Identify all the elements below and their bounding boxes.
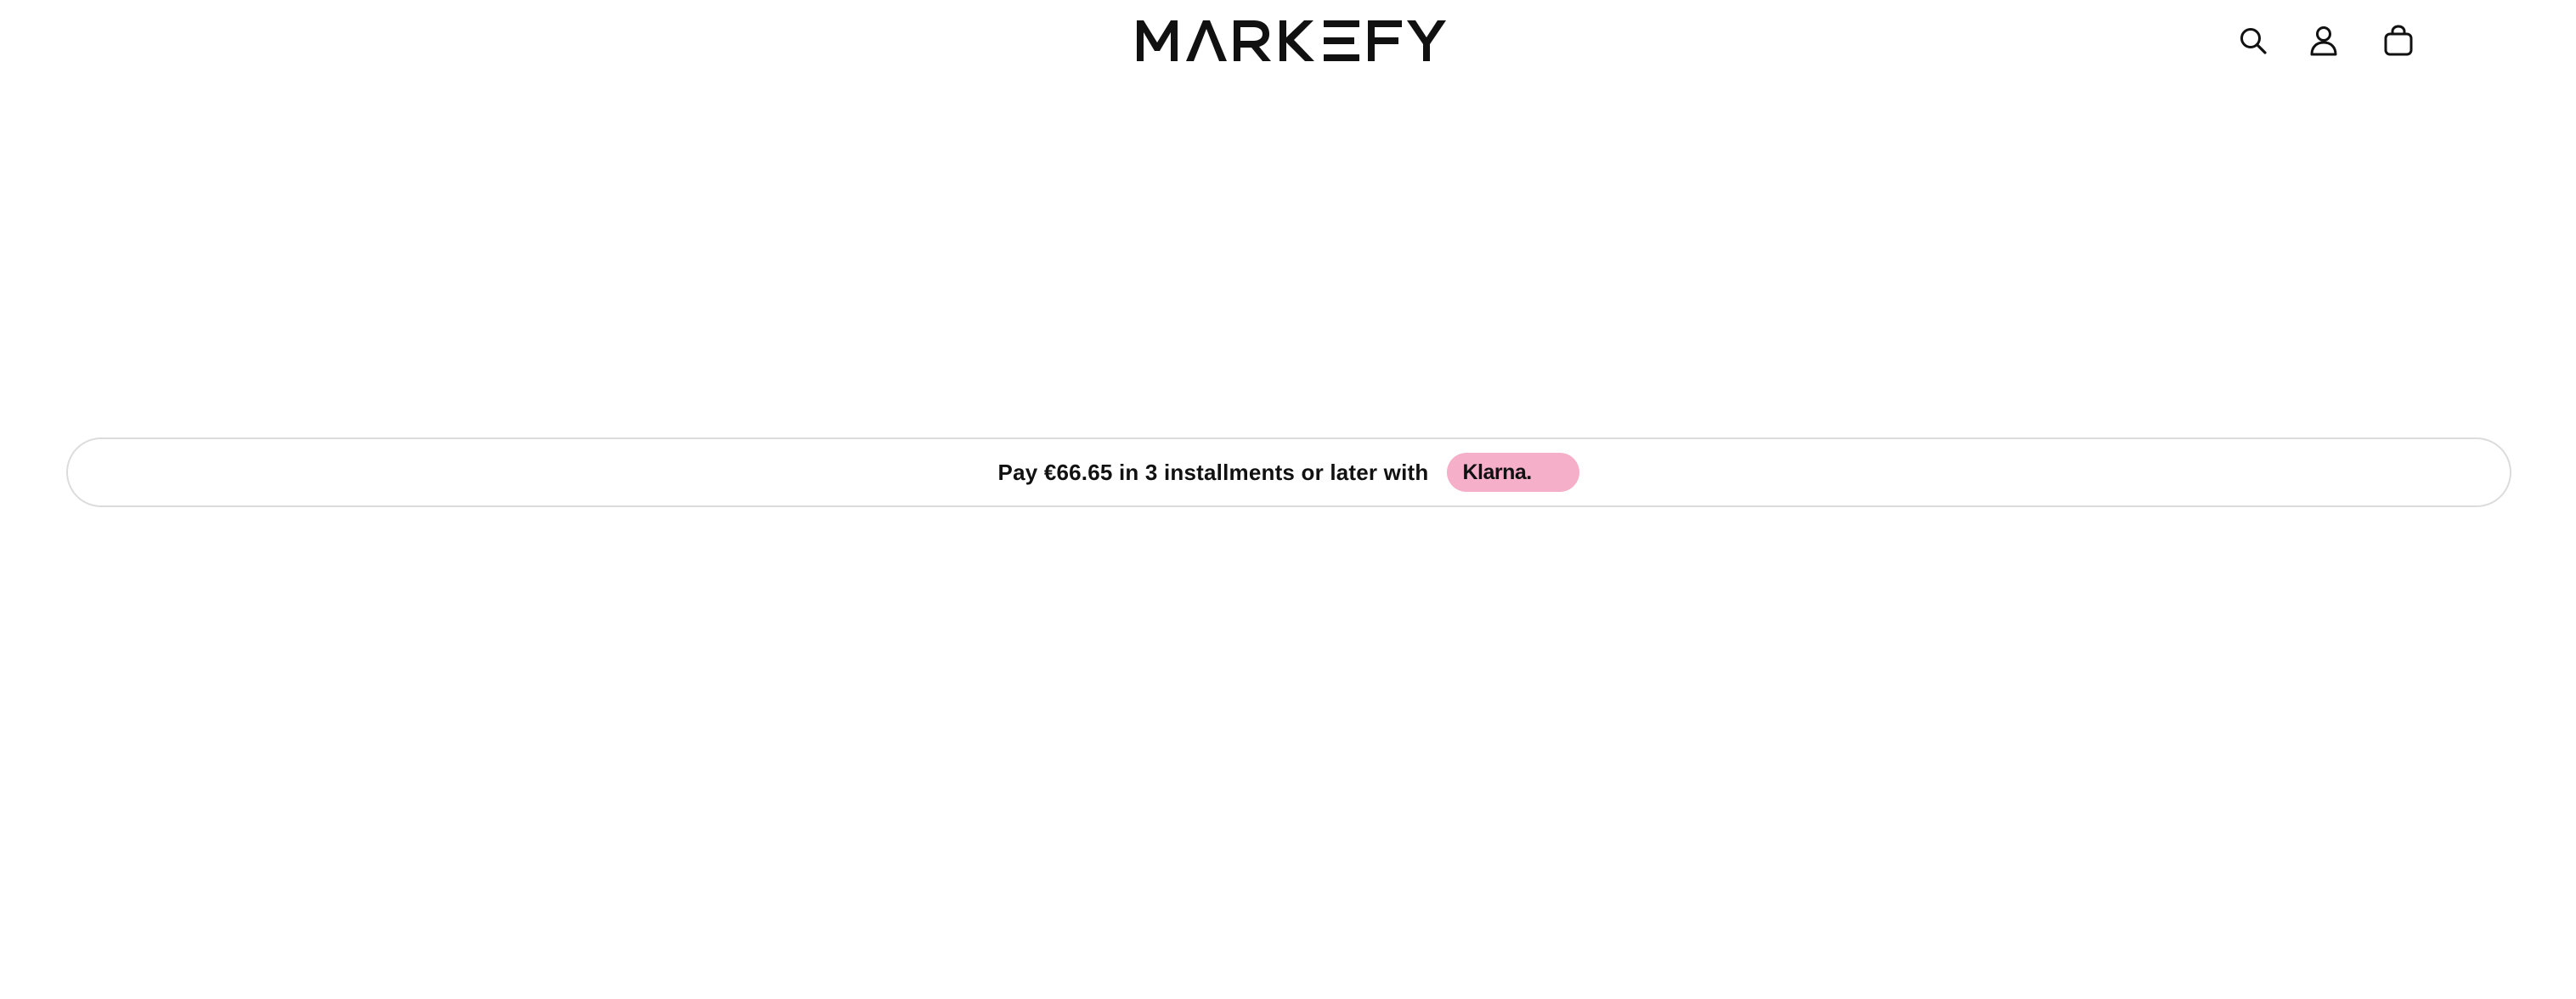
search-button[interactable]: [2234, 22, 2272, 59]
user-icon: [2310, 26, 2337, 56]
shopping-bag-icon: [2384, 25, 2413, 56]
klarna-installments-banner[interactable]: Pay €66.65 in 3 installments or later wi…: [66, 437, 2511, 507]
search-icon: [2240, 28, 2267, 54]
account-button[interactable]: [2305, 22, 2342, 59]
cart-button[interactable]: [2380, 22, 2417, 59]
klarna-installments-message: Pay €66.65 in 3 installments or later wi…: [997, 459, 1429, 485]
page: Pay €66.65 in 3 installments or later wi…: [0, 0, 2576, 999]
klarna-badge[interactable]: Klarna.: [1447, 453, 1580, 492]
klarna-banner-content: Pay €66.65 in 3 installments or later wi…: [68, 439, 2510, 505]
site-header: [0, 0, 2576, 82]
site-logo[interactable]: [1135, 17, 1446, 63]
markefy-logo-icon: [1137, 20, 1446, 61]
klarna-logo-text: Klarna.: [1462, 460, 1532, 484]
